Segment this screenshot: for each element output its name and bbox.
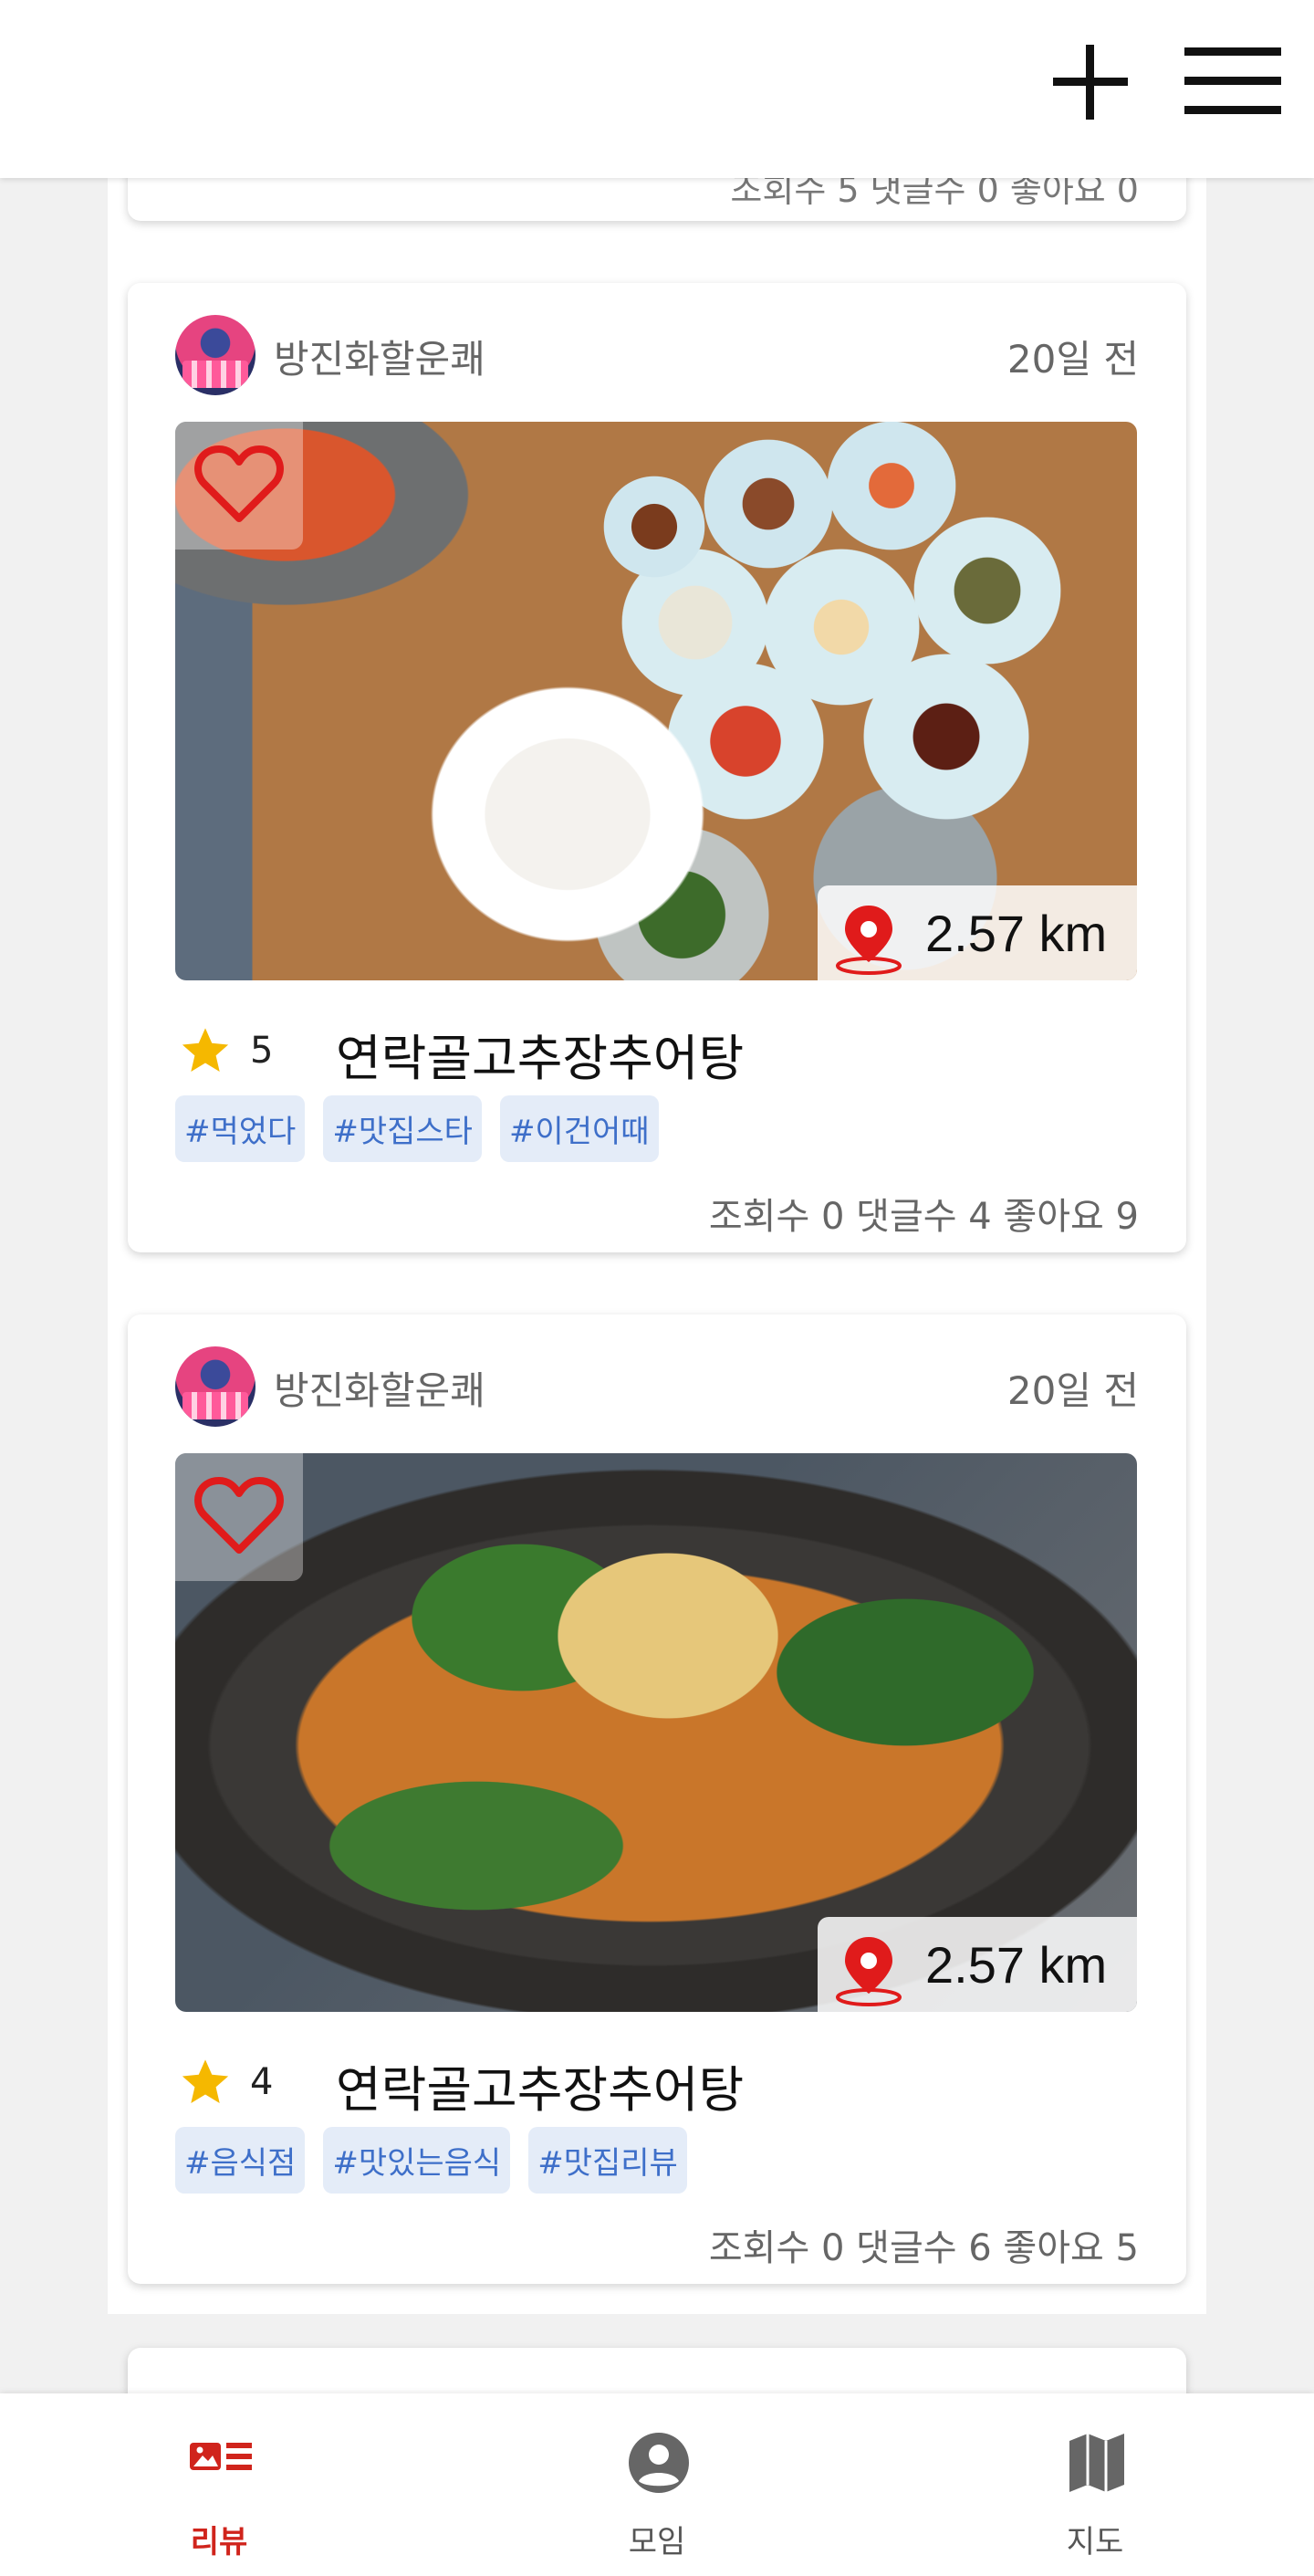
avatar[interactable]	[175, 1346, 256, 1427]
star-icon	[182, 1028, 229, 1072]
hashtag[interactable]: #맛집리뷰	[528, 2127, 687, 2194]
menu-button[interactable]	[1184, 46, 1281, 115]
nav-label: 지도	[1066, 2524, 1124, 2560]
review-list-icon	[190, 2443, 252, 2470]
like-button[interactable]	[175, 1453, 303, 1581]
location-pin-icon	[836, 906, 902, 975]
hashtag[interactable]: #먹었다	[175, 1095, 306, 1162]
distance-badge: 2.57 km	[818, 885, 1137, 980]
hashtag[interactable]: #맛집스타	[323, 1095, 482, 1162]
author-name[interactable]: 방진화할운쾌	[274, 1360, 485, 1416]
nav-item-meetups[interactable]: 모임	[566, 2430, 748, 2560]
avatar[interactable]	[175, 315, 256, 395]
review-photo[interactable]: 2.57 km	[175, 1453, 1137, 2012]
nav-item-reviews[interactable]: 리뷰	[128, 2430, 310, 2560]
location-pin-icon	[836, 1937, 902, 2006]
author-name[interactable]: 방진화할운쾌	[274, 329, 485, 384]
restaurant-name[interactable]: 연락골고추장추어탕	[336, 2049, 744, 2121]
like-button[interactable]	[175, 422, 303, 550]
distance-value: 2.57 km	[925, 1936, 1108, 1994]
nav-label: 모임	[628, 2524, 686, 2560]
add-post-button[interactable]	[1049, 41, 1132, 123]
map-icon	[1069, 2434, 1124, 2492]
hashtag[interactable]: #음식점	[175, 2127, 306, 2194]
top-app-bar	[0, 0, 1314, 178]
heart-outline-icon	[194, 445, 284, 522]
bottom-navigation: 리뷰 모임 지도	[0, 2393, 1314, 2576]
account-circle-icon	[629, 2433, 689, 2493]
review-photo[interactable]: 2.57 km	[175, 422, 1137, 980]
rating-value: 5	[250, 1030, 274, 1072]
restaurant-name[interactable]: 연락골고추장추어탕	[336, 1018, 744, 1090]
tag-list: #음식점 #맛있는음식 #맛집리뷰	[175, 2127, 687, 2194]
nav-label: 리뷰	[190, 2524, 248, 2560]
post-time: 20일 전	[1006, 337, 1139, 382]
hamburger-menu-icon	[1184, 47, 1281, 114]
star-icon	[182, 2059, 229, 2103]
review-card[interactable]: 방진화할운쾌 20일 전 2.57 km 5 연락골고추장추어탕 #먹었다 #맛…	[128, 283, 1186, 1252]
card-stats: 조회수 0 댓글수 4 좋아요 9	[708, 1196, 1139, 1238]
distance-value: 2.57 km	[925, 905, 1108, 962]
tag-list: #먹었다 #맛집스타 #이건어때	[175, 1095, 659, 1162]
plus-icon	[1053, 45, 1128, 120]
hashtag[interactable]: #이건어때	[499, 1095, 659, 1162]
nav-item-map[interactable]: 지도	[1004, 2430, 1186, 2560]
card-stats: 조회수 0 댓글수 6 좋아요 5	[708, 2227, 1139, 2269]
distance-badge: 2.57 km	[818, 1917, 1137, 2012]
post-time: 20일 전	[1006, 1368, 1139, 1413]
rating-value: 4	[250, 2061, 274, 2103]
hashtag[interactable]: #맛있는음식	[323, 2127, 511, 2194]
review-card[interactable]: 방진화할운쾌 20일 전 2.57 km 4 연락골고추장추어탕 #음식점 #맛…	[128, 1314, 1186, 2284]
heart-outline-icon	[194, 1477, 284, 1554]
